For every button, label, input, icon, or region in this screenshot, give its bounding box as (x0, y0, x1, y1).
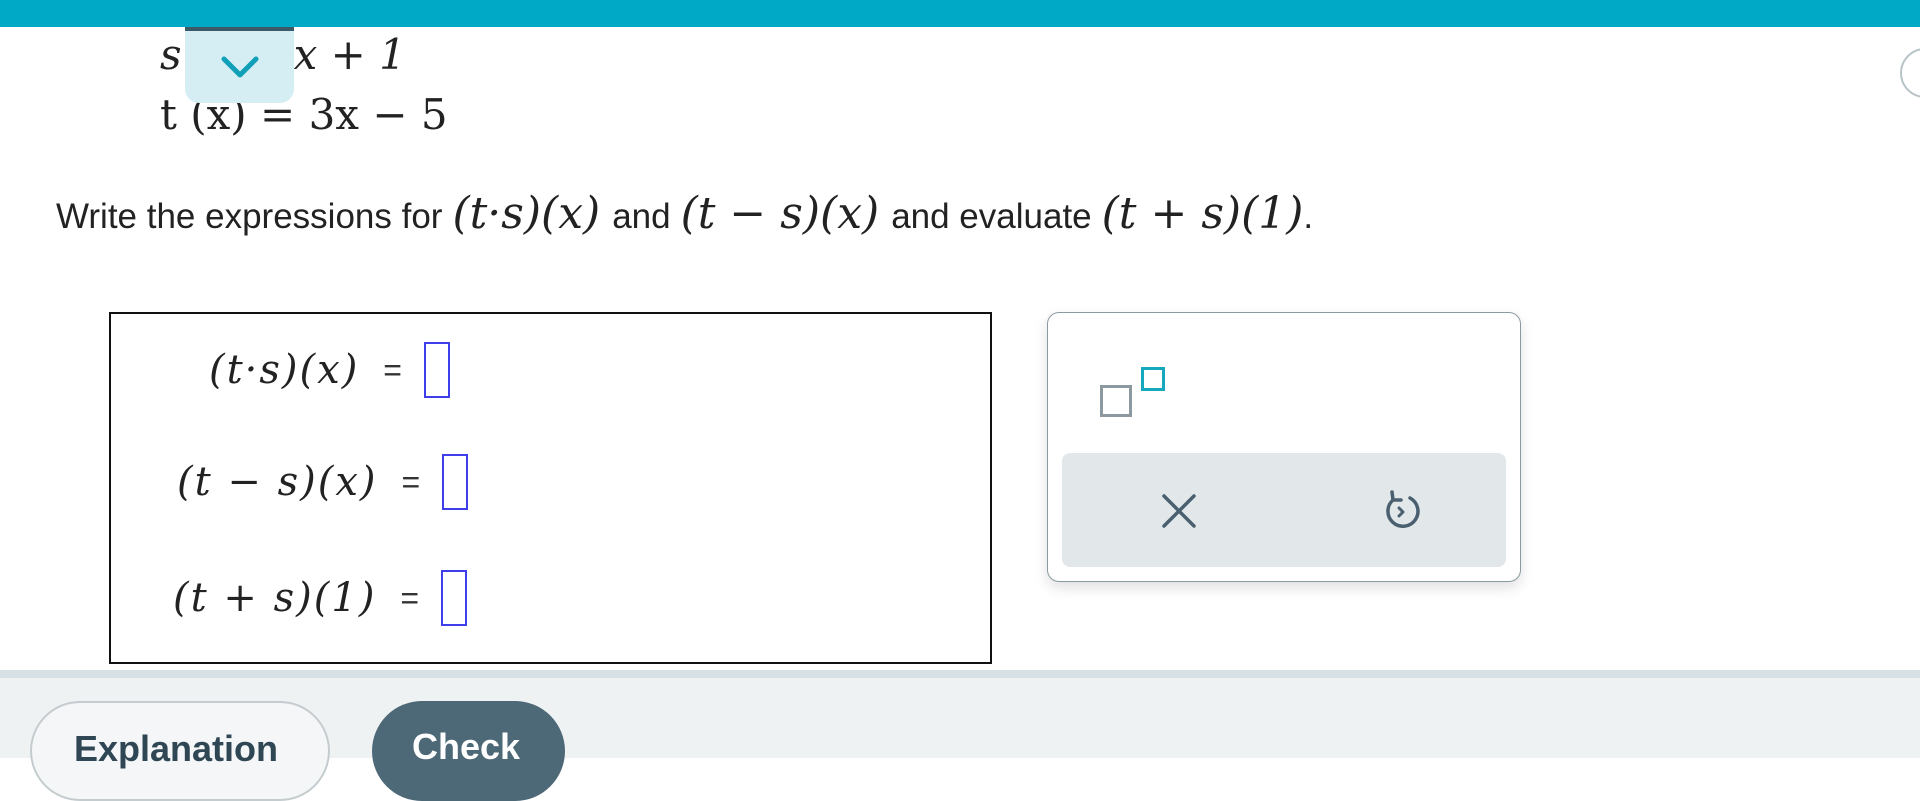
superscript-box-icon (1141, 367, 1165, 391)
collapse-toggle-button[interactable] (185, 27, 294, 103)
answer-label-sum: (t + s)(1) (173, 575, 377, 621)
answer-box: (t·s)(x) = (t − s)(x) = (t + s)(1) = (109, 312, 992, 664)
answer-label-difference: (t − s)(x) (177, 459, 378, 505)
math-palette (1047, 312, 1521, 582)
answer-input-product[interactable] (423, 342, 450, 398)
function-s-rhs: x + 1 (293, 30, 406, 79)
superscript-template-button[interactable] (1100, 351, 1170, 421)
answer-row-product: (t·s)(x) = (209, 342, 450, 398)
explanation-button[interactable]: Explanation (30, 701, 330, 801)
prompt-expr-difference: (t − s)(x) (680, 188, 880, 239)
side-button[interactable] (1900, 48, 1920, 98)
prompt-text: Write the expressions for (56, 197, 443, 236)
palette-action-bar (1062, 453, 1506, 567)
answer-row-difference: (t − s)(x) = (177, 454, 469, 510)
answer-input-sum[interactable] (441, 570, 468, 626)
top-bar (0, 0, 1920, 27)
question-prompt: Write the expressions for (t·s)(x) and (… (56, 188, 1313, 239)
function-s-name: s (160, 30, 182, 79)
prompt-expr-sum: (t + s)(1) (1101, 188, 1304, 239)
answer-input-difference[interactable] (442, 454, 469, 510)
prompt-period: . (1303, 197, 1314, 236)
undo-icon (1386, 490, 1420, 528)
clear-button[interactable] (1158, 490, 1200, 532)
check-button[interactable]: Check (372, 701, 565, 801)
answer-row-sum: (t + s)(1) = (173, 570, 468, 626)
superscript-template-icon (1100, 385, 1132, 417)
prompt-joiner-2: and evaluate (891, 197, 1092, 236)
prompt-joiner-1: and (612, 197, 671, 236)
footer-divider (0, 670, 1920, 678)
close-icon (1162, 494, 1196, 528)
undo-button[interactable] (1380, 488, 1424, 532)
equals-sign: = (400, 579, 420, 616)
answer-label-product: (t·s)(x) (209, 347, 360, 393)
equals-sign: = (383, 351, 402, 388)
chevron-down-icon (221, 56, 258, 78)
equals-sign: = (401, 463, 421, 500)
prompt-expr-product: (t·s)(x) (452, 188, 601, 239)
